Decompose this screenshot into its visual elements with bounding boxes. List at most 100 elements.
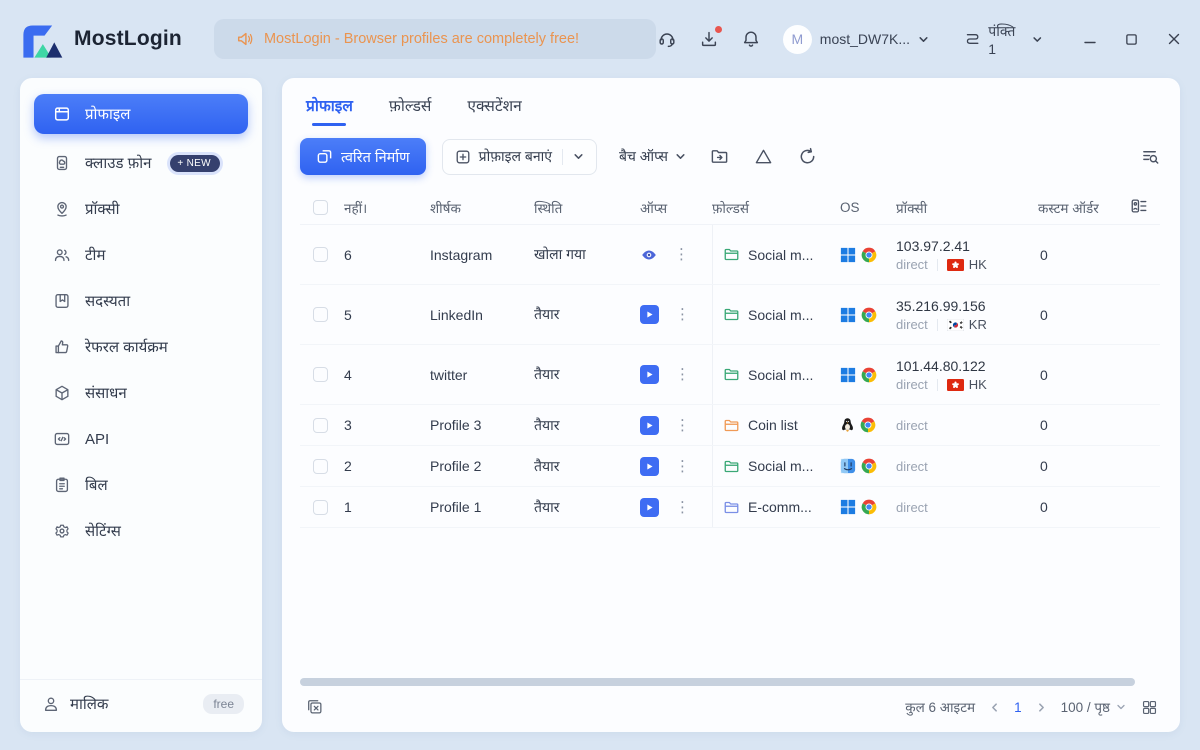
more-options-icon[interactable]: ⋮ [675, 418, 690, 433]
owner-person-icon [44, 697, 58, 711]
windows-os-icon [840, 499, 856, 515]
eye-icon[interactable] [640, 246, 658, 264]
more-options-icon[interactable]: ⋮ [675, 459, 690, 474]
proxy-type: direct [896, 317, 928, 333]
folder-move-icon[interactable] [710, 147, 730, 167]
delete-triangle-icon[interactable] [754, 147, 774, 167]
row-checkbox[interactable] [313, 247, 328, 262]
total-items-label: कुल 6 आइटम [905, 700, 976, 715]
sidebar-footer[interactable]: मालिक free [20, 679, 262, 720]
select-all-checkbox[interactable] [313, 200, 328, 215]
quick-create-button[interactable]: त्वरित निर्माण [300, 138, 426, 175]
column-header: नहीं। [344, 200, 368, 216]
cell-folder[interactable]: Coin list [712, 405, 840, 445]
button-divider [562, 148, 564, 165]
quick-create-icon [317, 150, 332, 163]
row-checkbox[interactable] [313, 499, 328, 515]
sidebar-item-0[interactable]: प्रोफाइल [34, 94, 248, 134]
per-page-selector[interactable]: 100 / पृष्ठ [1061, 698, 1126, 716]
proxy-country: HK [946, 377, 987, 392]
scrollbar-thumb[interactable] [300, 678, 1135, 686]
cell-no: 5 [344, 306, 352, 323]
cell-ops: ⋮ [640, 246, 712, 264]
row-layout-selector[interactable]: पंक्ति 1 [964, 22, 1043, 57]
cell-proxy: direct [896, 458, 1038, 474]
table-row: 1 Profile 1 तैयार ⋮ E-comm... direct 0 [300, 487, 1160, 528]
grid-view-icon[interactable] [1140, 698, 1158, 716]
windows-os-icon [840, 307, 856, 323]
account-menu[interactable]: M most_DW7K... [782, 24, 929, 54]
column-header: स्थिति [534, 200, 563, 216]
sidebar-item-label: सेटिंग्स [85, 523, 121, 540]
account-name: most_DW7K... [819, 31, 911, 47]
folder-label: Social m... [748, 366, 814, 383]
sidebar-item-3[interactable]: टीम [20, 232, 262, 278]
play-button[interactable] [640, 415, 659, 435]
sidebar-item-8[interactable]: बिल [20, 462, 262, 508]
cell-folder[interactable]: Social m... [712, 345, 840, 404]
owner-label: मालिक [70, 696, 109, 713]
column-settings-cell[interactable] [1130, 198, 1160, 217]
sidebar-item-api[interactable]: API [20, 416, 262, 462]
cell-status: तैयार [534, 366, 560, 382]
cell-os [840, 499, 896, 515]
proxy-type: direct [896, 377, 928, 393]
support-headset-icon[interactable] [656, 28, 677, 50]
page-number[interactable]: 1 [1014, 700, 1022, 715]
tab-0[interactable]: प्रोफाइल [306, 94, 353, 126]
more-options-icon[interactable]: ⋮ [674, 247, 689, 262]
announcement-banner[interactable]: MostLogin - Browser profiles are complet… [213, 19, 657, 59]
more-options-icon[interactable]: ⋮ [675, 367, 690, 382]
sidebar-item-9[interactable]: सेटिंग्स [20, 508, 262, 554]
cell-no: 3 [344, 417, 352, 433]
sidebar-item-6[interactable]: संसाधन [20, 370, 262, 416]
row-checkbox[interactable] [313, 458, 328, 474]
cell-folder[interactable]: Social m... [712, 285, 840, 344]
cell-custom-order: 0 [1040, 306, 1048, 323]
proxy-type: direct [896, 257, 928, 273]
row-checkbox[interactable] [313, 307, 328, 322]
main-panel: प्रोफाइल फ़ोल्डर्स एक्सटेंशन त्वरित निर्मा… [282, 78, 1180, 732]
maximize-button[interactable] [1124, 31, 1140, 47]
chevron-down-icon[interactable] [573, 151, 584, 162]
sidebar-item-5[interactable]: रेफरल कार्यक्रम [20, 324, 262, 370]
play-button[interactable] [640, 365, 659, 384]
next-page-button[interactable] [1036, 702, 1047, 713]
close-all-windows-icon[interactable] [306, 698, 324, 716]
cell-custom-order: 0 [1040, 458, 1048, 474]
cell-folder[interactable]: E-comm... [712, 487, 840, 527]
create-profile-button[interactable]: प्रोफ़ाइल बनाएं [441, 138, 598, 175]
cell-ops: ⋮ [640, 365, 712, 384]
sidebar-item-4[interactable]: सदस्यता [20, 278, 262, 324]
batch-ops-button[interactable]: बैच ऑप्स [619, 147, 686, 166]
plan-badge: free [203, 694, 244, 714]
cell-folder[interactable]: Social m... [712, 225, 840, 284]
cell-folder[interactable]: Social m... [712, 446, 840, 486]
column-header: कस्टम ऑर्डर [1038, 200, 1099, 216]
row-checkbox[interactable] [313, 367, 328, 382]
more-options-icon[interactable]: ⋮ [675, 307, 690, 322]
prev-page-button[interactable] [989, 702, 1000, 713]
column-header: OS [840, 200, 860, 215]
cell-os [840, 307, 896, 323]
cell-status: तैयार [534, 498, 560, 515]
play-button[interactable] [640, 305, 659, 324]
proxy-pin-icon [52, 199, 72, 219]
chevron-down-icon [1117, 704, 1125, 710]
announcement-text: MostLogin - Browser profiles are complet… [263, 31, 580, 47]
tab-1[interactable]: फ़ोल्डर्स [389, 94, 432, 126]
close-button[interactable] [1166, 31, 1182, 47]
sidebar-item-2[interactable]: प्रॉक्सी [20, 186, 262, 232]
minimize-button[interactable] [1082, 31, 1098, 47]
row-checkbox[interactable] [313, 417, 328, 433]
sidebar-item-1[interactable]: क्लाउड फ़ोन + NEW [20, 140, 262, 186]
bell-icon[interactable] [741, 28, 762, 50]
search-list-icon[interactable] [1140, 147, 1160, 167]
refresh-icon[interactable] [798, 147, 818, 167]
play-button[interactable] [640, 497, 659, 517]
download-icon[interactable] [698, 26, 722, 50]
cell-os [840, 417, 896, 433]
more-options-icon[interactable]: ⋮ [675, 500, 690, 515]
play-button[interactable] [640, 456, 659, 476]
tab-2[interactable]: एक्सटेंशन [467, 94, 521, 126]
